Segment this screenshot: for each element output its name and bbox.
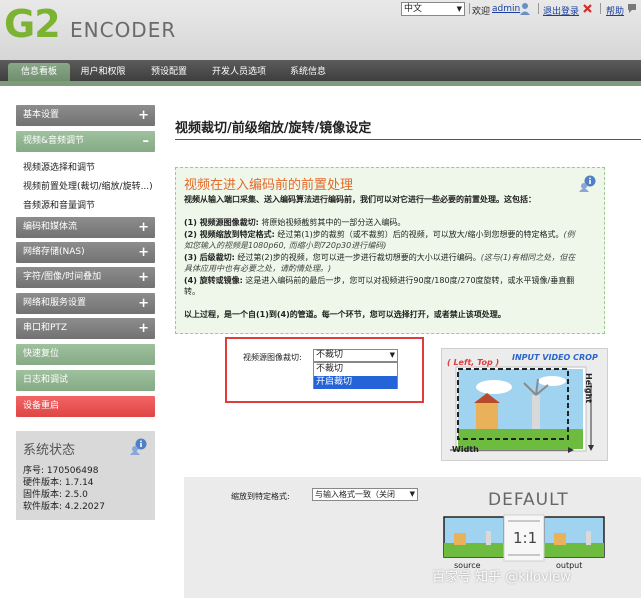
welcome-text: 欢迎 [472, 7, 491, 17]
tab-system-info[interactable]: 系统信息 [282, 63, 334, 81]
language-select[interactable]: 中文 ▼ [401, 2, 465, 16]
tab-users[interactable]: 用户和权限 [74, 63, 132, 81]
description-summary: 以上过程，是一个自(1)到(4)的管道。每一个环节，您可以选择打开，或者禁止该项… [184, 310, 506, 319]
sidebar-item-label: 网络和服务设置 [23, 298, 87, 308]
description-step-2: (2) 视频缩放到特定格式: 经过第(1)步的裁剪（或不裁剪）后的视频，可以放大… [184, 230, 575, 239]
sidebar-item-serial-ptz[interactable]: 串口和PTZ + [16, 318, 155, 339]
plus-icon: + [138, 108, 149, 123]
watermark: 百家号 知乎 @kiloview [432, 570, 571, 585]
tab-dashboard[interactable]: 信息看板 [8, 63, 70, 81]
sidebar-item-overlay[interactable]: 字符/图像/时间叠加 + [16, 267, 155, 288]
description-intro: 视频从输入端口采集、送入编码算法进行编码前，我们可以对它进行一些必要的前置处理。… [184, 195, 536, 204]
info-icon[interactable] [130, 438, 147, 455]
page-title: 视频裁切/前级缩放/旋转/镜像设定 [175, 121, 372, 136]
logout-link[interactable]: 退出登录 [543, 4, 579, 17]
chevron-down-icon: ▼ [389, 351, 395, 359]
sidebar-subitem-video-preprocess[interactable]: 视频前置处理(裁切/缩放/旋转...) [23, 179, 153, 192]
crop-option-off[interactable]: 不裁切 [314, 363, 397, 376]
description-step-4-cont: 转。 [184, 287, 200, 296]
sidebar-subitem-audio-source[interactable]: 音频源和音量调节 [23, 198, 95, 211]
chevron-down-icon: ▼ [409, 489, 415, 500]
crop-corner-label: ( Left, Top ) [447, 358, 500, 367]
plus-icon: + [138, 296, 149, 311]
top-nav: 信息看板 用户和权限 预设配置 开发人员选项 系统信息 [0, 60, 641, 81]
plus-icon: + [138, 321, 149, 336]
sidebar-item-label: 日志和调试 [23, 375, 69, 385]
sidebar-item-logs[interactable]: 日志和调试 [16, 370, 155, 391]
divider [600, 3, 601, 14]
sidebar-item-reboot[interactable]: 设备重启 [16, 396, 155, 417]
plus-icon: + [138, 220, 149, 235]
logo-encoder: ENCODER [70, 18, 177, 42]
scale-label: 缩放到特定格式: [231, 492, 290, 501]
info-icon[interactable] [579, 175, 596, 192]
crop-label: 视频源图像裁切: [243, 353, 302, 362]
input-video-crop-diagram: ( Left, Top ) INPUT VIDEO CROP Width Hei… [441, 348, 608, 461]
crop-highlight-frame: 视频源图像裁切: 不裁切 ▼ 不裁切 开启裁切 [225, 337, 424, 403]
sidebar-item-label: 设备重启 [23, 401, 60, 411]
sidebar-item-label: 串口和PTZ [23, 323, 68, 333]
tab-presets[interactable]: 预设配置 [140, 63, 198, 81]
description-step-1: (1) 视频源图像裁切: 将原始视频截剪其中的一部分送入编码。 [184, 218, 406, 227]
logo-g2: G2 [4, 2, 61, 46]
user-link[interactable]: admin [492, 4, 520, 14]
crop-width-label: Width [452, 445, 479, 454]
crop-diagram-title: INPUT VIDEO CROP [512, 353, 598, 362]
crop-options-list: 不裁切 开启裁切 [313, 362, 398, 389]
plus-icon: + [138, 270, 149, 285]
system-status-title: 系统状态 [23, 443, 76, 458]
sidebar-subitem-video-source[interactable]: 视频源选择和调节 [23, 160, 95, 173]
description-step-2-note: 如您输入的视频是1080p60, 而缩小到720p30进行编码) [184, 241, 387, 250]
sidebar-item-basic-settings[interactable]: 基本设置 + [16, 105, 155, 126]
description-step-3-note: 具体应用中也有必要之处，请酌情处理。) [184, 264, 332, 273]
crop-height-label: Height [584, 373, 593, 404]
minus-icon: – [142, 134, 150, 149]
title-rule [175, 139, 641, 140]
description-panel: 视频在进入编码前的前置处理 视频从输入端口采集、送入编码算法进行编码前，我们可以… [175, 167, 605, 334]
sidebar-item-encoding[interactable]: 编码和媒体流 + [16, 217, 155, 238]
divider [538, 3, 539, 14]
scale-panel: 缩放到特定格式: 与输入格式一致（关闭 ▼ DEFAULT 1:1 source… [184, 477, 641, 598]
description-step-4: (4) 旋转或镜像: 这是进入编码前的最后一步，您可以对视频进行90度/180度… [184, 276, 575, 285]
sidebar-item-label: 编码和媒体流 [23, 222, 78, 232]
sidebar-item-label: 视频&音频调节 [23, 136, 85, 146]
help-icon[interactable] [627, 3, 637, 14]
sidebar-item-network[interactable]: 网络和服务设置 + [16, 293, 155, 314]
sidebar-item-label: 字符/图像/时间叠加 [23, 272, 102, 282]
system-status-panel: 系统状态 序号: 170506498 硬件版本: 1.7.14 固件版本: 2.… [16, 431, 155, 520]
scale-select[interactable]: 与输入格式一致（关闭 ▼ [312, 488, 418, 501]
sidebar-item-label: 网络存储(NAS) [23, 247, 85, 257]
description-step-3: (3) 后级裁切: 经过第(2)步的视频，您可以进一步进行裁切想要的大小以进行编… [184, 253, 576, 262]
plus-icon: + [138, 245, 149, 260]
sidebar-item-label: 基本设置 [23, 110, 60, 120]
tab-developer[interactable]: 开发人员选项 [204, 63, 274, 81]
content-border [0, 81, 641, 86]
divider [469, 3, 470, 14]
software-version: 软件版本: 4.2.2027 [23, 502, 105, 512]
sidebar-item-quick-reset[interactable]: 快速复位 [16, 344, 155, 365]
crop-selected-value: 不裁切 [316, 350, 344, 360]
sidebar-item-video-audio[interactable]: 视频&音频调节 – [16, 131, 155, 152]
app-header: G2 ENCODER 中文 ▼ 欢迎 admin 退出登录 帮助 [0, 0, 641, 60]
scale-ratio: 1:1 [513, 529, 538, 547]
crop-select[interactable]: 不裁切 ▼ [313, 349, 398, 362]
help-link[interactable]: 帮助 [606, 4, 624, 17]
sidebar-item-nas[interactable]: 网络存储(NAS) + [16, 242, 155, 263]
chevron-down-icon: ▼ [456, 5, 462, 13]
sidebar-item-label: 快速复位 [23, 349, 60, 359]
language-value: 中文 [404, 4, 423, 14]
scale-selected-value: 与输入格式一致（关闭 [315, 490, 395, 499]
description-title: 视频在进入编码前的前置处理 [184, 178, 354, 193]
scale-banner: DEFAULT [488, 490, 569, 510]
crop-option-on[interactable]: 开启裁切 [314, 376, 397, 389]
user-icon [520, 3, 530, 15]
close-icon[interactable] [583, 4, 592, 13]
